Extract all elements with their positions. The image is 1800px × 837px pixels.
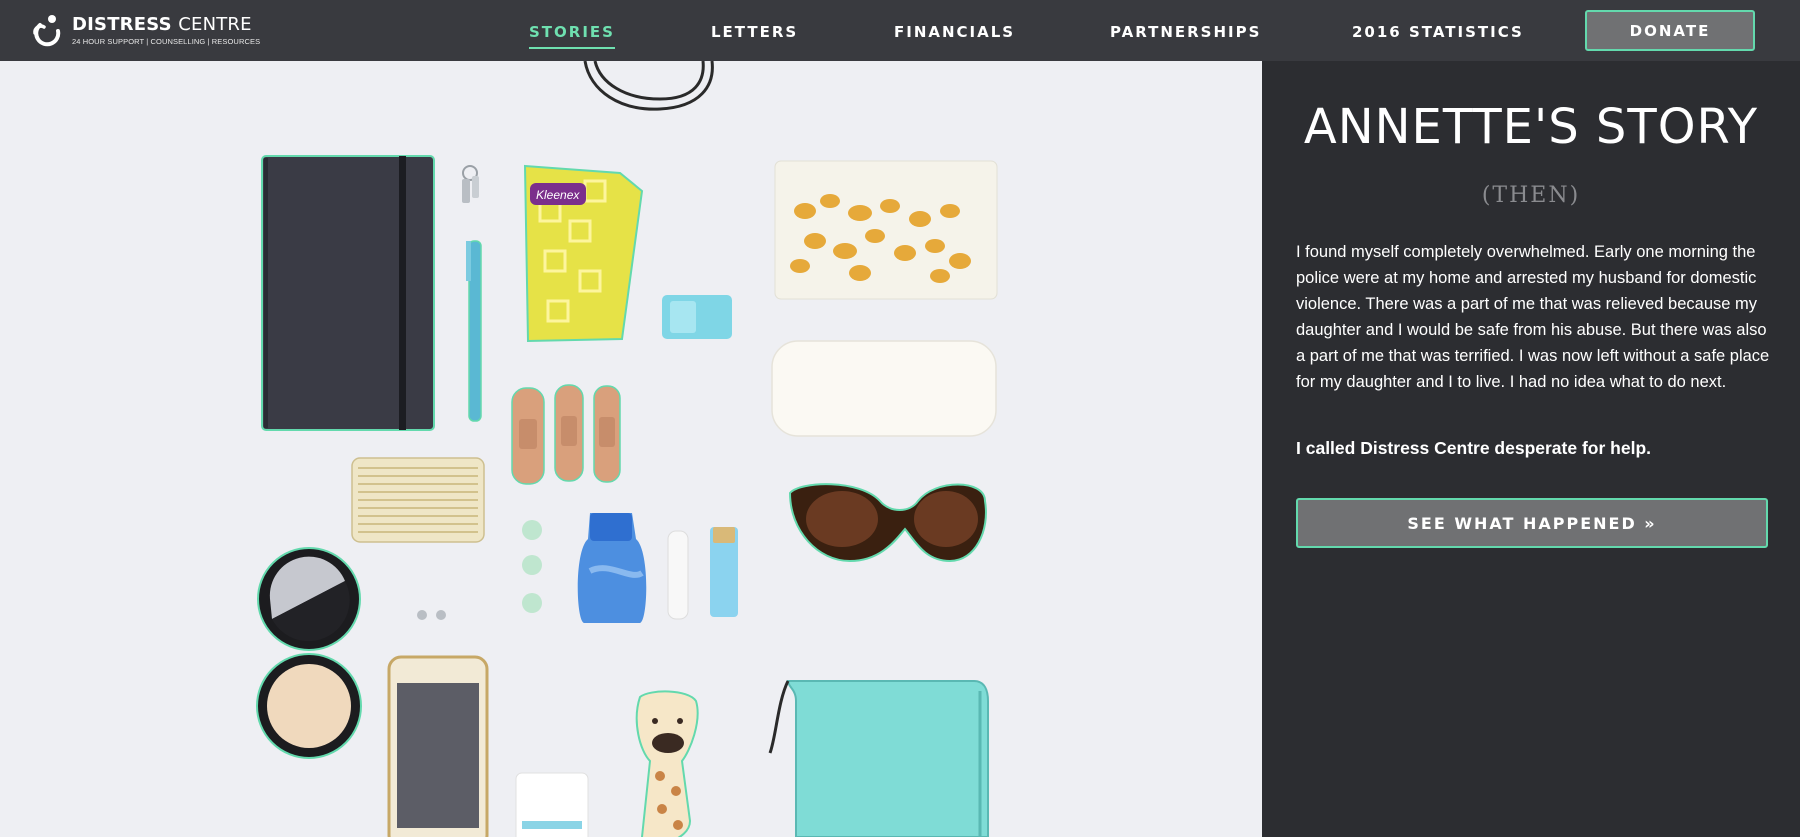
story-subtitle: (THEN) — [1481, 183, 1581, 208]
mints-icon[interactable] — [522, 520, 542, 613]
distress-centre-logo[interactable]: DISTRESS CENTRE 24 HOUR SUPPORT | COUNSE… — [30, 13, 260, 47]
nav-letters[interactable]: LETTERS — [711, 23, 798, 41]
toy-giraffe-icon[interactable] — [635, 690, 699, 837]
wallet-icon[interactable] — [768, 680, 989, 837]
story-emphasis: I called Distress Centre desperate for h… — [1296, 438, 1651, 458]
purse-contents-photo: Kleenex — [0, 61, 1262, 837]
nav-partnerships[interactable]: PARTNERSHIPS — [1110, 23, 1261, 41]
compact-mirror-icon[interactable] — [256, 547, 362, 759]
glasses-case-icon[interactable] — [771, 340, 997, 437]
logo-tagline: 24 HOUR SUPPORT | COUNSELLING | RESOURCE… — [72, 36, 261, 46]
bandages-icon[interactable] — [511, 384, 621, 485]
business-card-case-icon[interactable] — [351, 457, 485, 543]
nav-stories[interactable]: STORIES — [529, 23, 615, 49]
tissue-brand-label: Kleenex — [536, 188, 580, 202]
hair-clip-icon[interactable] — [662, 295, 732, 339]
nav-financials[interactable]: FINANCIALS — [894, 23, 1015, 41]
purse-strap-icon — [583, 61, 714, 111]
story-body: I found myself completely overwhelmed. E… — [1296, 243, 1770, 391]
lotion-bottle-icon[interactable] — [577, 513, 647, 623]
keys-icon[interactable] — [462, 165, 479, 203]
top-navigation-bar: DISTRESS CENTRE 24 HOUR SUPPORT | COUNSE… — [0, 0, 1800, 61]
logo-mark-icon — [33, 15, 61, 47]
logo-name: DISTRESS CENTRE — [72, 13, 252, 35]
hand-cream-icon[interactable] — [515, 772, 589, 837]
story-panel: ANNETTE'S STORY (THEN) I found myself co… — [1262, 61, 1800, 837]
crackers-bag-icon[interactable] — [774, 160, 998, 300]
story-title: ANNETTE'S STORY — [1303, 99, 1759, 155]
earrings-icon[interactable] — [417, 610, 446, 620]
sunglasses-icon[interactable] — [788, 483, 987, 563]
tissues-icon[interactable]: Kleenex — [523, 164, 644, 343]
pen-icon[interactable] — [466, 240, 482, 422]
nav-2016-statistics[interactable]: 2016 STATISTICS — [1352, 23, 1524, 41]
smartphone-icon[interactable] — [387, 655, 489, 837]
notebook-icon[interactable] — [261, 155, 435, 431]
see-what-happened-button[interactable]: SEE WHAT HAPPENED » — [1296, 498, 1768, 548]
donate-button[interactable]: DONATE — [1585, 10, 1755, 51]
lip-balm-icon[interactable] — [667, 527, 738, 620]
